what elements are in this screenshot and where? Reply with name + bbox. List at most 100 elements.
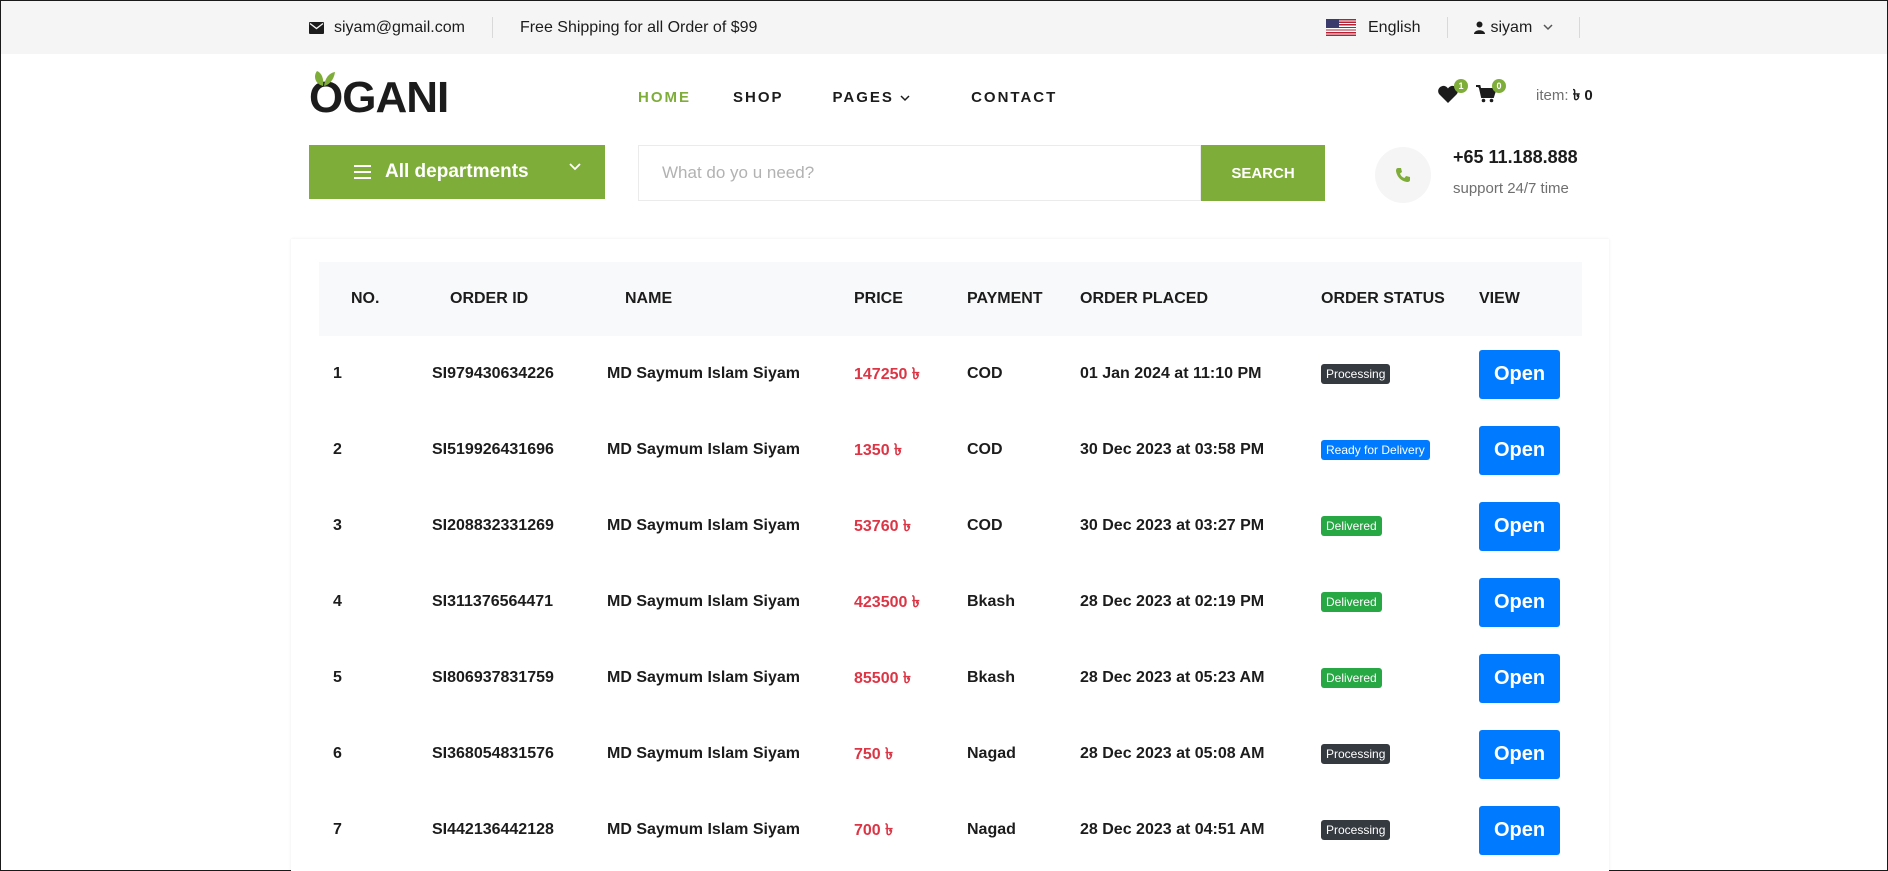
top-bar-right: English siyam bbox=[1326, 1, 1581, 54]
open-order-button[interactable]: Open bbox=[1479, 577, 1560, 627]
col-view: VIEW bbox=[1479, 290, 1520, 307]
row-status-cell: Processing bbox=[1321, 336, 1479, 412]
row-view-cell: Open bbox=[1479, 564, 1582, 640]
row-status-cell: Delivered bbox=[1321, 564, 1479, 640]
row-status-cell: Ready for Delivery bbox=[1321, 412, 1479, 488]
leaf-icon bbox=[315, 71, 335, 86]
status-badge: Ready for Delivery bbox=[1321, 440, 1430, 460]
nav-pages[interactable]: PAGES bbox=[833, 89, 911, 106]
row-order-placed: 28 Dec 2023 at 05:08 AM bbox=[1080, 745, 1265, 762]
row-order-placed: 01 Jan 2024 at 11:10 PM bbox=[1080, 365, 1262, 382]
row-view-cell: Open bbox=[1479, 336, 1582, 412]
support-text: support 24/7 time bbox=[1453, 180, 1569, 197]
open-order-button[interactable]: Open bbox=[1479, 425, 1560, 475]
col-order-status: ORDER STATUS bbox=[1321, 290, 1445, 307]
orders-table: NO. ORDER ID NAME PRICE PAYMENT ORDER PL… bbox=[319, 262, 1582, 868]
nav-shop[interactable]: SHOP bbox=[733, 89, 784, 106]
chevron-down-icon bbox=[569, 163, 581, 171]
row-no: 3 bbox=[333, 517, 342, 534]
open-order-button[interactable]: Open bbox=[1479, 729, 1560, 779]
nav-pages-label: PAGES bbox=[832, 89, 894, 106]
col-payment: PAYMENT bbox=[967, 290, 1043, 307]
row-payment: Nagad bbox=[967, 821, 1016, 838]
status-badge: Processing bbox=[1321, 820, 1391, 840]
user-name: siyam bbox=[1490, 18, 1533, 36]
row-name: MD Saymum Islam Siyam bbox=[607, 365, 800, 382]
email-info: siyam@gmail.com bbox=[309, 17, 493, 38]
envelope-icon bbox=[309, 21, 324, 34]
row-name: MD Saymum Islam Siyam bbox=[607, 593, 800, 610]
row-price: 700 ৳ bbox=[854, 821, 894, 839]
row-order-placed: 28 Dec 2023 at 02:19 PM bbox=[1080, 593, 1265, 610]
row-no: 4 bbox=[333, 593, 342, 610]
header-row: NO. ORDER ID NAME PRICE PAYMENT ORDER PL… bbox=[319, 262, 1582, 336]
row-no: 6 bbox=[333, 745, 342, 762]
row-price: 147250 ৳ bbox=[854, 365, 920, 383]
row-view-cell: Open bbox=[1479, 488, 1582, 564]
open-order-button[interactable]: Open bbox=[1479, 501, 1560, 551]
row-order-placed: 28 Dec 2023 at 05:23 AM bbox=[1080, 669, 1265, 686]
col-no: NO. bbox=[351, 290, 380, 307]
open-order-button[interactable]: Open bbox=[1479, 805, 1560, 855]
row-name: MD Saymum Islam Siyam bbox=[607, 669, 800, 686]
search-form: SEARCH bbox=[638, 145, 1325, 201]
main-nav: HOME SHOP PAGES CONTACT bbox=[638, 89, 1057, 106]
row-price: 1350 ৳ bbox=[854, 441, 903, 459]
us-flag-icon bbox=[1326, 19, 1356, 36]
row-view-cell: Open bbox=[1479, 716, 1582, 792]
cart-button[interactable]: 0 bbox=[1476, 79, 1506, 108]
phone-icon-circle bbox=[1375, 147, 1431, 203]
row-no: 2 bbox=[333, 441, 342, 458]
row-price: 750 ৳ bbox=[854, 745, 894, 763]
status-badge: Delivered bbox=[1321, 592, 1382, 612]
orders-table-body: 1 SI979430634226 MD Saymum Islam Siyam 1… bbox=[319, 336, 1582, 868]
col-order-id: ORDER ID bbox=[450, 290, 529, 307]
all-departments-label: All departments bbox=[385, 161, 529, 182]
row-view-cell: Open bbox=[1479, 792, 1582, 868]
row-view-cell: Open bbox=[1479, 412, 1582, 488]
row-payment: COD bbox=[967, 517, 1003, 534]
language-selector[interactable]: English bbox=[1326, 17, 1449, 38]
search-input[interactable] bbox=[638, 145, 1201, 201]
row-order-id: SI806937831759 bbox=[432, 669, 554, 686]
wishlist-count: 1 bbox=[1454, 79, 1468, 93]
cart-total-label: item: bbox=[1536, 87, 1569, 104]
table-row: 7 SI442136442128 MD Saymum Islam Siyam 7… bbox=[319, 792, 1582, 868]
search-button[interactable]: SEARCH bbox=[1201, 145, 1325, 201]
row-payment: Nagad bbox=[967, 745, 1016, 762]
status-badge: Processing bbox=[1321, 744, 1391, 764]
nav-home[interactable]: HOME bbox=[638, 89, 691, 106]
row-order-id: SI519926431696 bbox=[432, 441, 554, 458]
row-status-cell: Delivered bbox=[1321, 640, 1479, 716]
col-order-placed: ORDER PLACED bbox=[1080, 290, 1209, 307]
nav-contact[interactable]: CONTACT bbox=[971, 89, 1057, 106]
row-order-id: SI442136442128 bbox=[432, 821, 554, 838]
row-payment: COD bbox=[967, 365, 1003, 382]
row-price: 85500 ৳ bbox=[854, 669, 911, 687]
wishlist-button[interactable]: 1 bbox=[1438, 79, 1468, 108]
menu-bars-icon bbox=[354, 165, 371, 179]
top-bar: siyam@gmail.com Free Shipping for all Or… bbox=[1, 1, 1887, 54]
orders-card: NO. ORDER ID NAME PRICE PAYMENT ORDER PL… bbox=[291, 239, 1609, 871]
row-order-placed: 28 Dec 2023 at 04:51 AM bbox=[1080, 821, 1265, 838]
open-order-button[interactable]: Open bbox=[1479, 349, 1560, 399]
row-name: MD Saymum Islam Siyam bbox=[607, 517, 800, 534]
user-menu[interactable]: siyam bbox=[1448, 17, 1581, 38]
chevron-down-icon bbox=[1543, 24, 1553, 31]
status-badge: Processing bbox=[1321, 364, 1391, 384]
row-order-placed: 30 Dec 2023 at 03:27 PM bbox=[1080, 517, 1265, 534]
status-badge: Delivered bbox=[1321, 668, 1382, 688]
row-no: 7 bbox=[333, 821, 342, 838]
table-row: 4 SI311376564471 MD Saymum Islam Siyam 4… bbox=[319, 564, 1582, 640]
logo[interactable]: OGANI bbox=[309, 71, 449, 123]
row-order-placed: 30 Dec 2023 at 03:58 PM bbox=[1080, 441, 1265, 458]
status-badge: Delivered bbox=[1321, 516, 1382, 536]
all-departments-button[interactable]: All departments bbox=[309, 145, 605, 199]
open-order-button[interactable]: Open bbox=[1479, 653, 1560, 703]
row-price: 53760 ৳ bbox=[854, 517, 911, 535]
row-order-id: SI368054831576 bbox=[432, 745, 554, 762]
row-name: MD Saymum Islam Siyam bbox=[607, 821, 800, 838]
cart-count: 0 bbox=[1492, 79, 1506, 93]
row-order-id: SI979430634226 bbox=[432, 365, 554, 382]
header-icons: 1 0 item: ৳ 0 bbox=[1438, 79, 1593, 109]
